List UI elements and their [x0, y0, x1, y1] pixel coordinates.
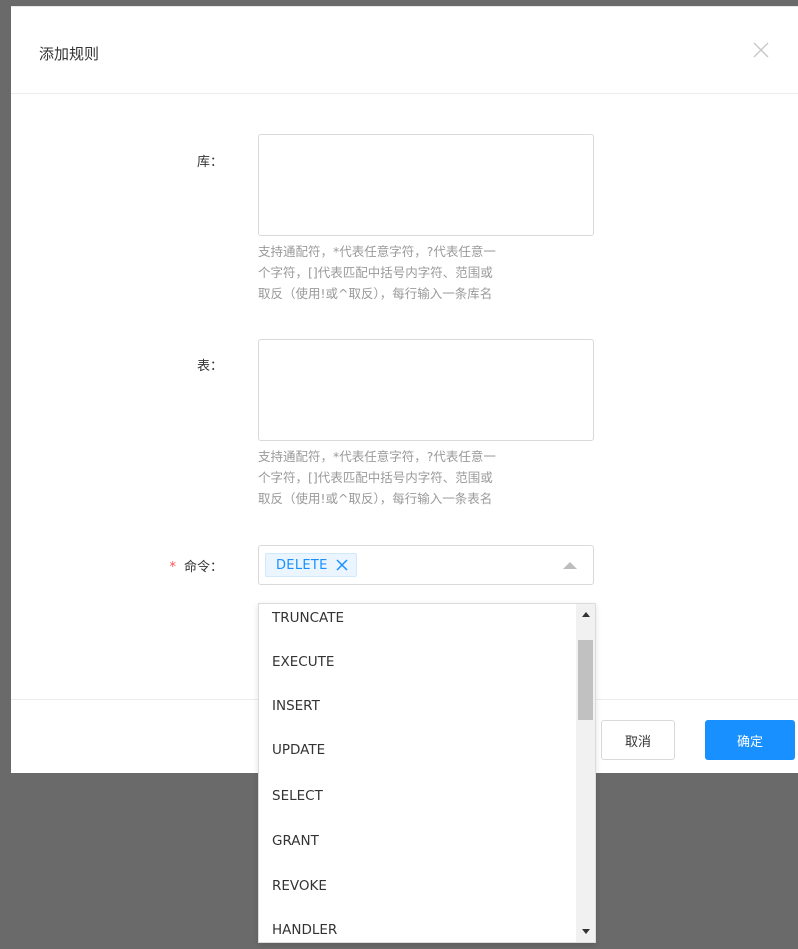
table-hint-line: 取反（使用!或^取反），每行输入一条表名: [258, 491, 493, 506]
command-select[interactable]: DELETE: [258, 545, 594, 585]
table-label: 表：: [196, 359, 223, 374]
tag-label: DELETE: [276, 557, 328, 573]
table-hint-line: 个字符，[]代表匹配中括号内字符、范围或: [258, 470, 493, 485]
scroll-up-icon[interactable]: [576, 606, 595, 622]
dropdown-option-revoke[interactable]: REVOKE: [259, 864, 575, 908]
dialog-header: 添加规则: [11, 7, 798, 94]
dropdown-option-grant[interactable]: GRANT: [259, 819, 575, 863]
dropdown-option-update[interactable]: UPDATE: [259, 728, 575, 772]
scroll-thumb[interactable]: [578, 640, 593, 720]
command-label-wrap: * 命令：: [103, 556, 223, 575]
db-hint-line: 取反（使用!或^取反），每行输入一条库名: [258, 286, 493, 301]
dropdown-scrollbar[interactable]: [576, 604, 595, 942]
table-hint-line: 支持通配符，*代表任意字符，?代表任意一: [258, 449, 496, 464]
db-textarea[interactable]: [258, 134, 594, 236]
db-hint-line: 支持通配符，*代表任意字符，?代表任意一: [258, 244, 496, 259]
dialog-title: 添加规则: [39, 45, 100, 63]
cancel-button[interactable]: 取消: [601, 720, 675, 760]
dropdown-option-select[interactable]: SELECT: [259, 774, 575, 818]
command-dropdown: TRUNCATE EXECUTE INSERT UPDATE SELECT GR…: [258, 603, 596, 943]
db-label: 库：: [196, 155, 223, 170]
confirm-button[interactable]: 确定: [705, 720, 795, 760]
command-label: 命令：: [183, 560, 223, 575]
close-icon[interactable]: [752, 41, 770, 59]
scroll-down-icon[interactable]: [576, 924, 595, 940]
dropdown-option-handler[interactable]: HANDLER: [259, 908, 575, 942]
dropdown-option-insert[interactable]: INSERT: [259, 684, 575, 728]
required-mark: *: [169, 560, 176, 575]
caret-up-icon[interactable]: [563, 562, 577, 569]
db-hint-line: 个字符，[]代表匹配中括号内字符、范围或: [258, 265, 493, 280]
table-textarea[interactable]: [258, 339, 594, 441]
selected-tag: DELETE: [265, 553, 357, 577]
tag-close-icon[interactable]: [336, 559, 348, 571]
table-hint: 支持通配符，*代表任意字符，?代表任意一 个字符，[]代表匹配中括号内字符、范围…: [258, 446, 598, 509]
db-hint: 支持通配符，*代表任意字符，?代表任意一 个字符，[]代表匹配中括号内字符、范围…: [258, 241, 598, 304]
dropdown-option-execute[interactable]: EXECUTE: [259, 640, 575, 684]
dropdown-option-truncate[interactable]: TRUNCATE: [259, 604, 575, 640]
